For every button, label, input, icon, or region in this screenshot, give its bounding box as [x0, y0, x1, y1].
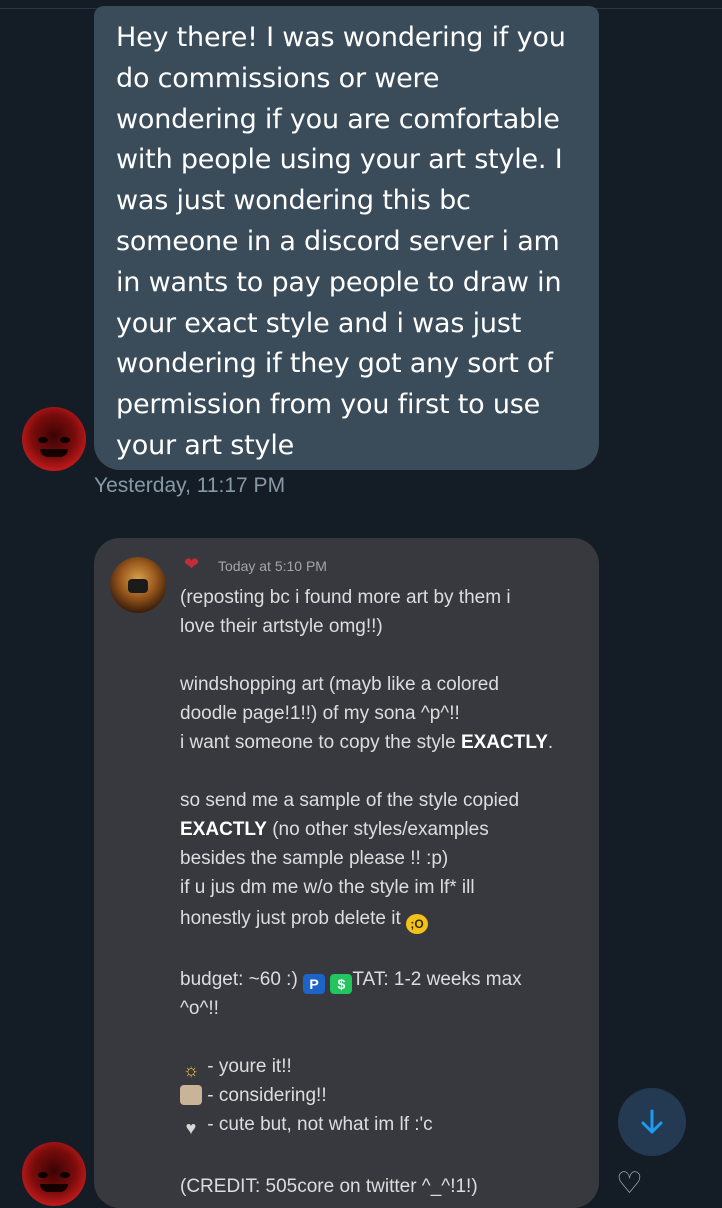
anatomical-heart-icon: ❤: [184, 554, 200, 575]
post-line: honestly just prob delete it ;O: [180, 904, 590, 934]
avatar-eye: [38, 437, 48, 443]
post-line: budget: ~60 :) P $ TAT: 1-2 weeks max: [180, 969, 522, 994]
post-line: if u jus dm me w/o the style im lf* ill: [180, 877, 475, 898]
avatar-mouth: [40, 449, 68, 457]
legend-item: ♥ - cute but, not what im lf :'c: [180, 1110, 590, 1139]
sender-avatar[interactable]: [22, 407, 86, 471]
avatar-mouth: [40, 1184, 68, 1192]
post-line: EXACTLY (no other styles/examples: [180, 819, 489, 840]
legend-item: ☼ - youre it!!: [180, 1052, 590, 1081]
sun-face-icon: ☼: [182, 1060, 200, 1080]
post-credit: (CREDIT: 505core on twitter ^_^!1!): [180, 1176, 478, 1197]
heart-outline-icon[interactable]: ♡: [616, 1166, 643, 1201]
attached-image-bubble[interactable]: ❤ Today at 5:10 PM (reposting bc i found…: [94, 538, 599, 1208]
broken-heart-icon: ♥: [185, 1118, 197, 1138]
message-text: Hey there! I was wondering if you do com…: [116, 22, 566, 461]
post-line: besides the sample please !! :p): [180, 848, 449, 869]
post-line: so send me a sample of the style copied: [180, 790, 520, 811]
avatar-eye: [60, 437, 70, 443]
post-author-avatar: [110, 557, 166, 613]
arrow-down-icon: [641, 1109, 663, 1134]
received-message-bubble[interactable]: Hey there! I was wondering if you do com…: [94, 6, 599, 470]
couple-picture-icon: [180, 1085, 202, 1105]
post-line: (reposting bc i found more art by them i: [180, 587, 511, 608]
post-line: i want someone to copy the style EXACTLY…: [180, 732, 554, 753]
scroll-to-bottom-button[interactable]: [618, 1088, 686, 1156]
sender-avatar[interactable]: [22, 1142, 86, 1206]
avatar-eye: [38, 1172, 48, 1178]
avatar-eye: [60, 1172, 70, 1178]
post-line: love their artstyle omg!!): [180, 616, 383, 637]
cashapp-icon: $: [330, 974, 353, 994]
post-line: ^o^!!: [180, 998, 219, 1019]
post-line: windshopping art (mayb like a colored: [180, 674, 499, 695]
message-timestamp: Yesterday, 11:17 PM: [94, 474, 286, 497]
crying-emoji-icon: ;O: [406, 914, 429, 934]
post-content: (reposting bc i found more art by them i…: [180, 583, 590, 1201]
paypal-icon: P: [303, 974, 326, 994]
post-line: doodle page!1!!) of my sona ^p^!!: [180, 703, 460, 724]
post-timestamp: Today at 5:10 PM: [218, 558, 327, 574]
legend-item: - considering!!: [180, 1081, 590, 1110]
